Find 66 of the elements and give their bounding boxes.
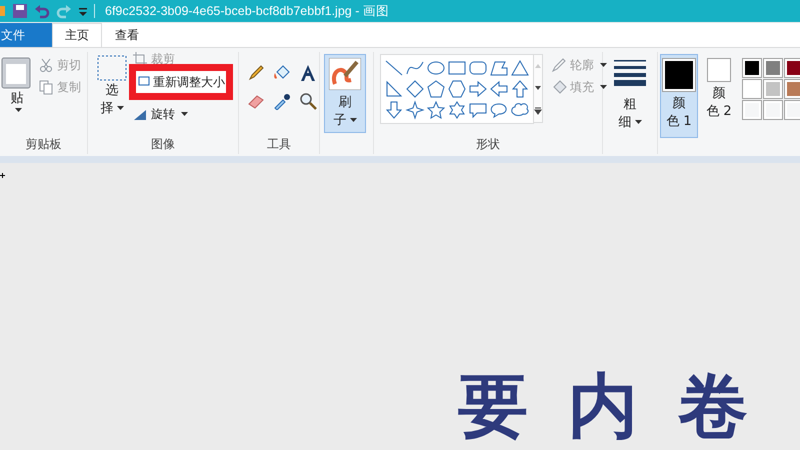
size-button[interactable]: 粗 细: [618, 96, 642, 132]
right-triangle-icon: [384, 79, 404, 99]
brush-icon: [329, 58, 361, 90]
palette-color[interactable]: [764, 101, 782, 119]
caret-icon: [600, 85, 607, 89]
four-point-star-icon: [405, 100, 425, 120]
line-width-icon: [614, 58, 646, 86]
color-button[interactable]: 颜 色 2: [700, 54, 738, 138]
select-button[interactable]: 选 择: [100, 82, 124, 118]
file-menu-tab[interactable]: 文件: [0, 23, 52, 47]
caret-icon: [181, 112, 188, 116]
paste-button[interactable]: 贴: [10, 90, 24, 108]
resize-icon: [138, 76, 150, 88]
up-arrow-icon: [510, 79, 530, 99]
pencil-icon: [247, 64, 265, 82]
caret-icon: [15, 108, 22, 112]
canvas-text: 要内卷: [458, 371, 788, 441]
star-icon: [426, 100, 446, 120]
brushes-label: 子: [334, 112, 356, 130]
resize-button[interactable]: 重新调整大小: [138, 71, 225, 93]
group-label: 剪贴板: [24, 136, 62, 153]
brushes-button[interactable]: 刷 子: [324, 54, 366, 134]
save-icon: [12, 3, 28, 19]
triangle-icon: [510, 58, 530, 78]
color-picker-icon: [273, 92, 291, 110]
group-label: 形状: [475, 136, 501, 153]
six-point-star-icon: [447, 100, 467, 120]
line-icon: [384, 58, 404, 78]
rotate-button[interactable]: 旋转: [132, 103, 188, 125]
window-title: 6f9c2532-3b09-4e65-bceb-bcf8db7ebbf1.jpg - 画图: [105, 2, 389, 20]
ribbon-tab[interactable]: 主页: [52, 23, 102, 47]
palette-color[interactable]: [785, 101, 800, 119]
redo-icon: [56, 3, 72, 19]
pencil-icon: [551, 57, 567, 73]
copy-icon: [38, 79, 54, 95]
brushes-label: 刷: [338, 94, 352, 112]
undo-icon: [34, 3, 50, 19]
palette-color[interactable]: [743, 80, 761, 98]
palette-color[interactable]: [785, 80, 800, 98]
expand-gallery-icon: [534, 106, 542, 115]
right-arrow-icon: [468, 79, 488, 99]
diamond-icon: [405, 79, 425, 99]
selection-icon: [96, 54, 128, 82]
palette-color[interactable]: [764, 59, 782, 77]
palette-color[interactable]: [743, 101, 761, 119]
color-button[interactable]: 颜 色 1: [660, 54, 698, 138]
left-arrow-icon: [489, 79, 509, 99]
pentagon-icon: [426, 79, 446, 99]
caret-icon: [634, 120, 642, 124]
palette-color[interactable]: [743, 59, 761, 77]
crop-icon: [132, 51, 148, 67]
text-icon: [299, 64, 317, 82]
paint-bucket-icon: [551, 79, 567, 95]
palette-color[interactable]: [785, 59, 800, 77]
down-arrow-icon: [384, 100, 404, 120]
caret-icon: [116, 106, 124, 110]
app-icon: [0, 3, 6, 19]
scissors-icon: [38, 57, 54, 73]
hexagon-icon: [447, 79, 467, 99]
group-label: 图像: [150, 136, 176, 153]
palette-color[interactable]: [764, 80, 782, 98]
crosshair-cursor-icon: [0, 173, 5, 178]
magnifier-icon: [299, 92, 317, 110]
group-label: 工具: [266, 136, 292, 153]
caret-icon: [350, 118, 356, 122]
caret-icon: [600, 63, 607, 67]
